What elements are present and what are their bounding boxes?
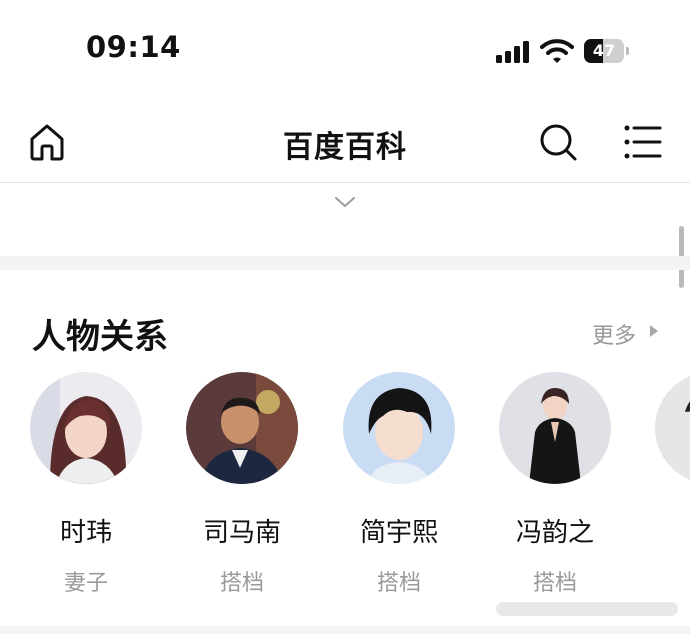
person-relation: 妻子: [63, 571, 108, 596]
person-card[interactable]: 简宇熙 搭档: [339, 372, 459, 597]
person-card[interactable]: 司马南 搭档: [182, 372, 302, 597]
person-avatar[interactable]: [30, 372, 142, 484]
status-bar: 09:14 47: [0, 0, 690, 100]
menu-icon[interactable]: [624, 124, 662, 160]
section-divider: [0, 256, 690, 270]
person-avatar[interactable]: [186, 372, 298, 484]
search-icon[interactable]: [538, 122, 578, 162]
wifi-icon: [540, 38, 574, 64]
chevron-down-icon[interactable]: [333, 194, 357, 210]
battery-icon: 47: [584, 39, 630, 63]
page-title: 百度百科: [283, 130, 407, 165]
home-indicator[interactable]: [496, 602, 678, 616]
nav-header: 百度百科: [0, 100, 690, 183]
person-name[interactable]: 司马南: [182, 512, 302, 549]
person-card[interactable]: [651, 372, 690, 512]
more-arrow-icon[interactable]: [650, 325, 658, 337]
person-avatar[interactable]: [499, 372, 611, 484]
person-name[interactable]: 简宇熙: [339, 512, 459, 549]
people-list: 时玮 妻子 司马南 搭档 简宇熙 搭档 冯韵之 搭档: [0, 372, 690, 602]
battery-level: 47: [592, 41, 616, 60]
cellular-signal-icon: [496, 41, 530, 63]
person-relation: 搭档: [376, 571, 421, 596]
person-name[interactable]: 冯韵之: [495, 512, 615, 549]
person-card[interactable]: 冯韵之 搭档: [495, 372, 615, 597]
bottom-divider: [0, 626, 690, 634]
person-avatar[interactable]: [343, 372, 455, 484]
person-relation: 搭档: [219, 571, 264, 596]
person-name[interactable]: 时玮: [26, 512, 146, 549]
person-avatar[interactable]: [655, 372, 690, 484]
more-link[interactable]: 更多: [592, 318, 636, 350]
person-relation: 搭档: [532, 571, 577, 596]
status-time: 09:14: [86, 30, 181, 64]
section-title: 人物关系: [32, 317, 168, 357]
person-card[interactable]: 时玮 妻子: [26, 372, 146, 597]
